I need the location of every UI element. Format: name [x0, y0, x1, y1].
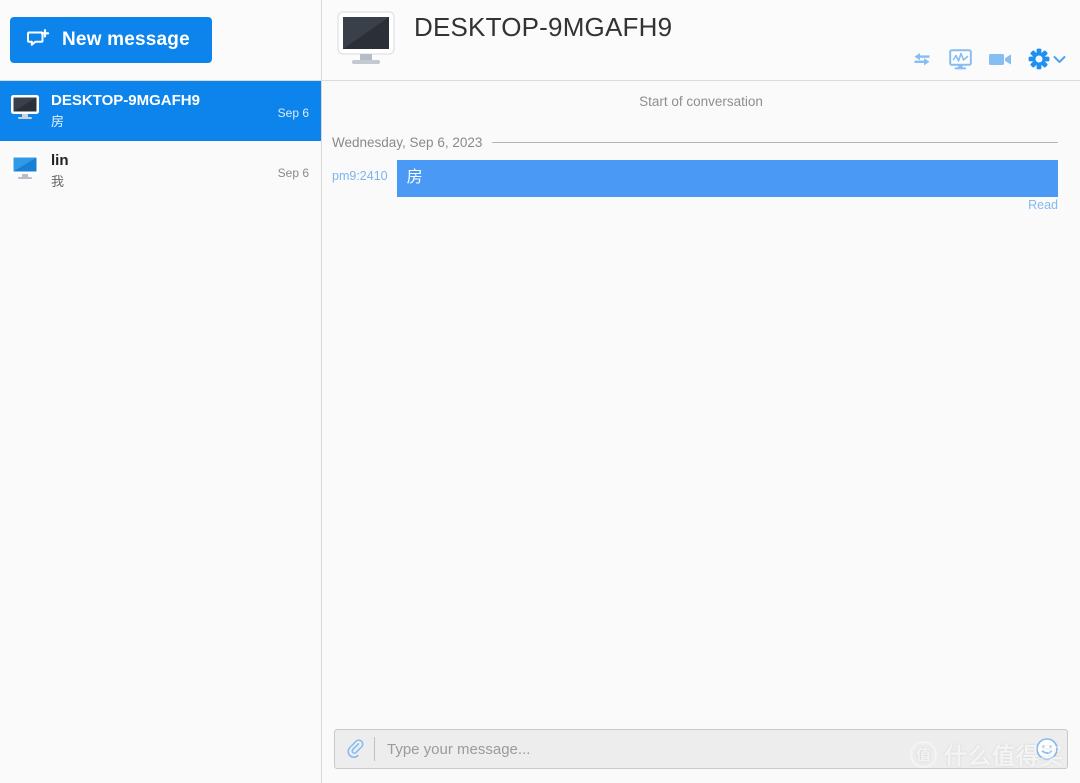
conversation-name: DESKTOP-9MGAFH9 [51, 91, 270, 110]
conversation-list[interactable]: DESKTOP-9MGAFH9 房 Sep 6 lin [0, 81, 321, 783]
conversation-text: lin 我 [51, 150, 270, 192]
chevron-down-icon [1053, 55, 1066, 64]
conversation-snippet: 房 [51, 112, 270, 132]
sidebar: New message DESKTOP-9MGAFH9 房 [0, 0, 322, 783]
message-timestamp: pm9:2410 [332, 169, 388, 183]
composer-area [322, 719, 1080, 783]
monitor-dark-icon [10, 94, 40, 120]
contact-avatar [334, 10, 398, 70]
message-column: 房 Read [397, 160, 1058, 212]
conversation-snippet: 我 [51, 172, 270, 192]
settings-gear-icon [1028, 48, 1050, 70]
new-message-button[interactable]: New message [10, 17, 212, 63]
message-bubble[interactable]: 房 [397, 160, 1058, 197]
start-of-conversation-label: Start of conversation [322, 81, 1080, 109]
conversation-date: Sep 6 [278, 106, 309, 120]
settings-menu[interactable] [1028, 48, 1066, 70]
new-message-label: New message [62, 29, 190, 51]
message-composer[interactable] [334, 729, 1068, 769]
video-camera-icon [988, 51, 1012, 67]
smiley-face-icon [1035, 737, 1059, 761]
attach-file-button[interactable] [343, 738, 374, 760]
new-message-bubble-icon [26, 28, 50, 52]
conversation-item-desktop-9mgafh9[interactable]: DESKTOP-9MGAFH9 房 Sep 6 [0, 81, 321, 141]
emoji-picker-button[interactable] [1033, 737, 1061, 761]
settings-dropdown-button[interactable] [1053, 55, 1066, 64]
chat-title: DESKTOP-9MGAFH9 [414, 12, 672, 43]
header-toolbar [911, 48, 1066, 70]
date-divider-line [492, 142, 1058, 143]
message-scroll-area[interactable]: Start of conversation Wednesday, Sep 6, … [322, 81, 1080, 719]
video-call-button[interactable] [988, 51, 1012, 67]
conversation-text: DESKTOP-9MGAFH9 房 [51, 90, 270, 132]
monitor-blue-icon [10, 154, 40, 180]
conversation-date: Sep 6 [278, 166, 309, 180]
conversation-item-lin[interactable]: lin 我 Sep 6 [0, 141, 321, 201]
settings-gear-button[interactable] [1028, 48, 1050, 70]
remote-monitor-icon [949, 49, 972, 70]
file-transfer-button[interactable] [911, 50, 933, 68]
file-transfer-icon [911, 50, 933, 68]
message-input[interactable] [385, 730, 1033, 768]
message-read-status: Read [397, 198, 1058, 212]
paperclip-icon [346, 738, 365, 760]
conversation-name: lin [51, 151, 270, 170]
composer-divider [374, 737, 375, 761]
date-divider-label: Wednesday, Sep 6, 2023 [332, 135, 492, 150]
messenger-window: New message DESKTOP-9MGAFH9 房 [0, 0, 1080, 783]
new-message-toolbar: New message [0, 0, 321, 81]
date-divider: Wednesday, Sep 6, 2023 [332, 135, 1058, 150]
chat-header: DESKTOP-9MGAFH9 [322, 0, 1080, 81]
message-row: pm9:2410 房 Read [332, 160, 1058, 212]
chat-panel: DESKTOP-9MGAFH9 [322, 0, 1080, 783]
remote-monitor-button[interactable] [949, 49, 972, 70]
